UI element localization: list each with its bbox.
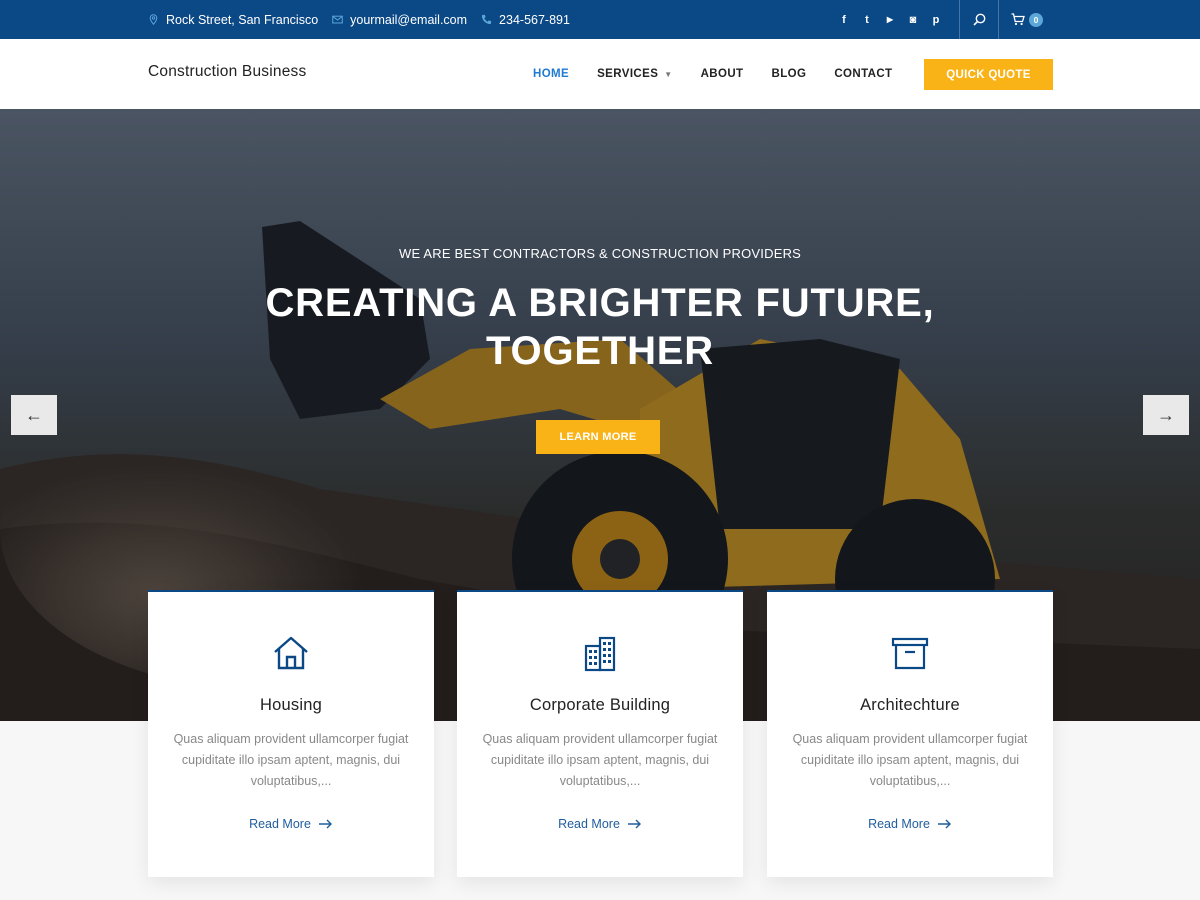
top-bar: Rock Street, San Francisco yourmail@emai…: [0, 0, 1200, 39]
twitter-icon[interactable]: t: [861, 14, 873, 26]
card-description: Quas aliquam provident ullamcorper fugia…: [792, 732, 1028, 788]
contact-info: Rock Street, San Francisco yourmail@emai…: [148, 0, 570, 39]
cart-icon: [1011, 13, 1025, 26]
card-description: Quas aliquam provident ullamcorper fugia…: [482, 732, 718, 788]
arrow-right-icon: [318, 819, 332, 829]
read-more-label: Read More: [249, 817, 311, 831]
service-card-housing: Housing Quas aliquam provident ullamcorp…: [148, 590, 434, 877]
card-description: Quas aliquam provident ullamcorper fugia…: [173, 732, 409, 788]
phone-text[interactable]: 234-567-891: [499, 13, 570, 27]
search-icon: [972, 13, 985, 26]
arrow-right-icon: [937, 819, 951, 829]
search-button[interactable]: [960, 0, 998, 39]
service-card-corporate: Corporate Building Quas aliquam providen…: [457, 590, 743, 877]
nav-blog[interactable]: BLOG: [771, 68, 806, 80]
divider: [998, 0, 999, 39]
read-more-link[interactable]: Read More: [457, 817, 743, 831]
quick-quote-button[interactable]: QUICK QUOTE: [924, 59, 1053, 90]
facebook-icon[interactable]: f: [838, 14, 850, 26]
pinterest-icon[interactable]: p: [930, 14, 942, 26]
cart-button[interactable]: 0: [1000, 0, 1054, 39]
social-links: f t ▶ ◙ p: [838, 0, 942, 39]
nav-label: ABOUT: [700, 68, 744, 80]
arrow-left-icon: ←: [25, 404, 43, 425]
read-more-label: Read More: [558, 817, 620, 831]
card-title: Corporate Building: [529, 696, 671, 714]
location-pin-icon: [149, 14, 158, 25]
hero-title-line: CREATING A BRIGHTER FUTURE,: [265, 281, 935, 325]
archive-box-icon: [891, 637, 929, 670]
house-icon: [274, 636, 308, 670]
youtube-icon[interactable]: ▶: [884, 14, 896, 26]
hero-title-line: TOGETHER: [486, 329, 714, 373]
hero-title: CREATING A BRIGHTER FUTURE, TOGETHER: [0, 279, 1200, 375]
chevron-down-icon: ▼: [664, 69, 673, 79]
nav-label: SERVICES: [597, 68, 659, 80]
main-nav: HOME SERVICES ▼ ABOUT BLOG CONTACT: [533, 39, 920, 109]
hero-subtitle: WE ARE BEST CONTRACTORS & CONSTRUCTION P…: [398, 246, 802, 261]
email-item[interactable]: yourmail@email.com: [332, 13, 467, 27]
slider-prev-button[interactable]: ←: [11, 395, 57, 435]
site-header: Construction Business HOME SERVICES ▼ ABO…: [0, 39, 1200, 109]
instagram-icon[interactable]: ◙: [907, 14, 919, 26]
address-item: Rock Street, San Francisco: [148, 13, 318, 27]
nav-home[interactable]: HOME: [533, 68, 569, 80]
arrow-right-icon: [627, 819, 641, 829]
phone-icon: [481, 14, 492, 25]
nav-label: HOME: [533, 68, 570, 80]
address-text: Rock Street, San Francisco: [166, 12, 319, 27]
nav-services[interactable]: SERVICES ▼: [597, 68, 672, 80]
envelope-icon: [332, 15, 343, 24]
nav-about[interactable]: ABOUT: [701, 68, 744, 80]
cart-count-badge: 0: [1029, 12, 1043, 27]
nav-label: CONTACT: [834, 68, 893, 80]
slider-next-button[interactable]: →: [1143, 395, 1189, 435]
arrow-right-icon: →: [1157, 404, 1175, 425]
email-text[interactable]: yourmail@email.com: [350, 13, 467, 27]
nav-contact[interactable]: CONTACT: [834, 68, 892, 80]
nav-label: BLOG: [771, 68, 807, 80]
site-logo[interactable]: Construction Business: [148, 63, 306, 81]
read-more-label: Read More: [868, 817, 930, 831]
card-title: Architechture: [860, 696, 960, 714]
read-more-link[interactable]: Read More: [767, 817, 1053, 831]
read-more-link[interactable]: Read More: [148, 817, 434, 831]
phone-item[interactable]: 234-567-891: [481, 13, 570, 27]
learn-more-button[interactable]: LEARN MORE: [536, 420, 660, 454]
card-title: Housing: [260, 696, 322, 714]
building-icon: [584, 636, 616, 672]
service-card-architecture: Architechture Quas aliquam provident ull…: [767, 590, 1053, 877]
